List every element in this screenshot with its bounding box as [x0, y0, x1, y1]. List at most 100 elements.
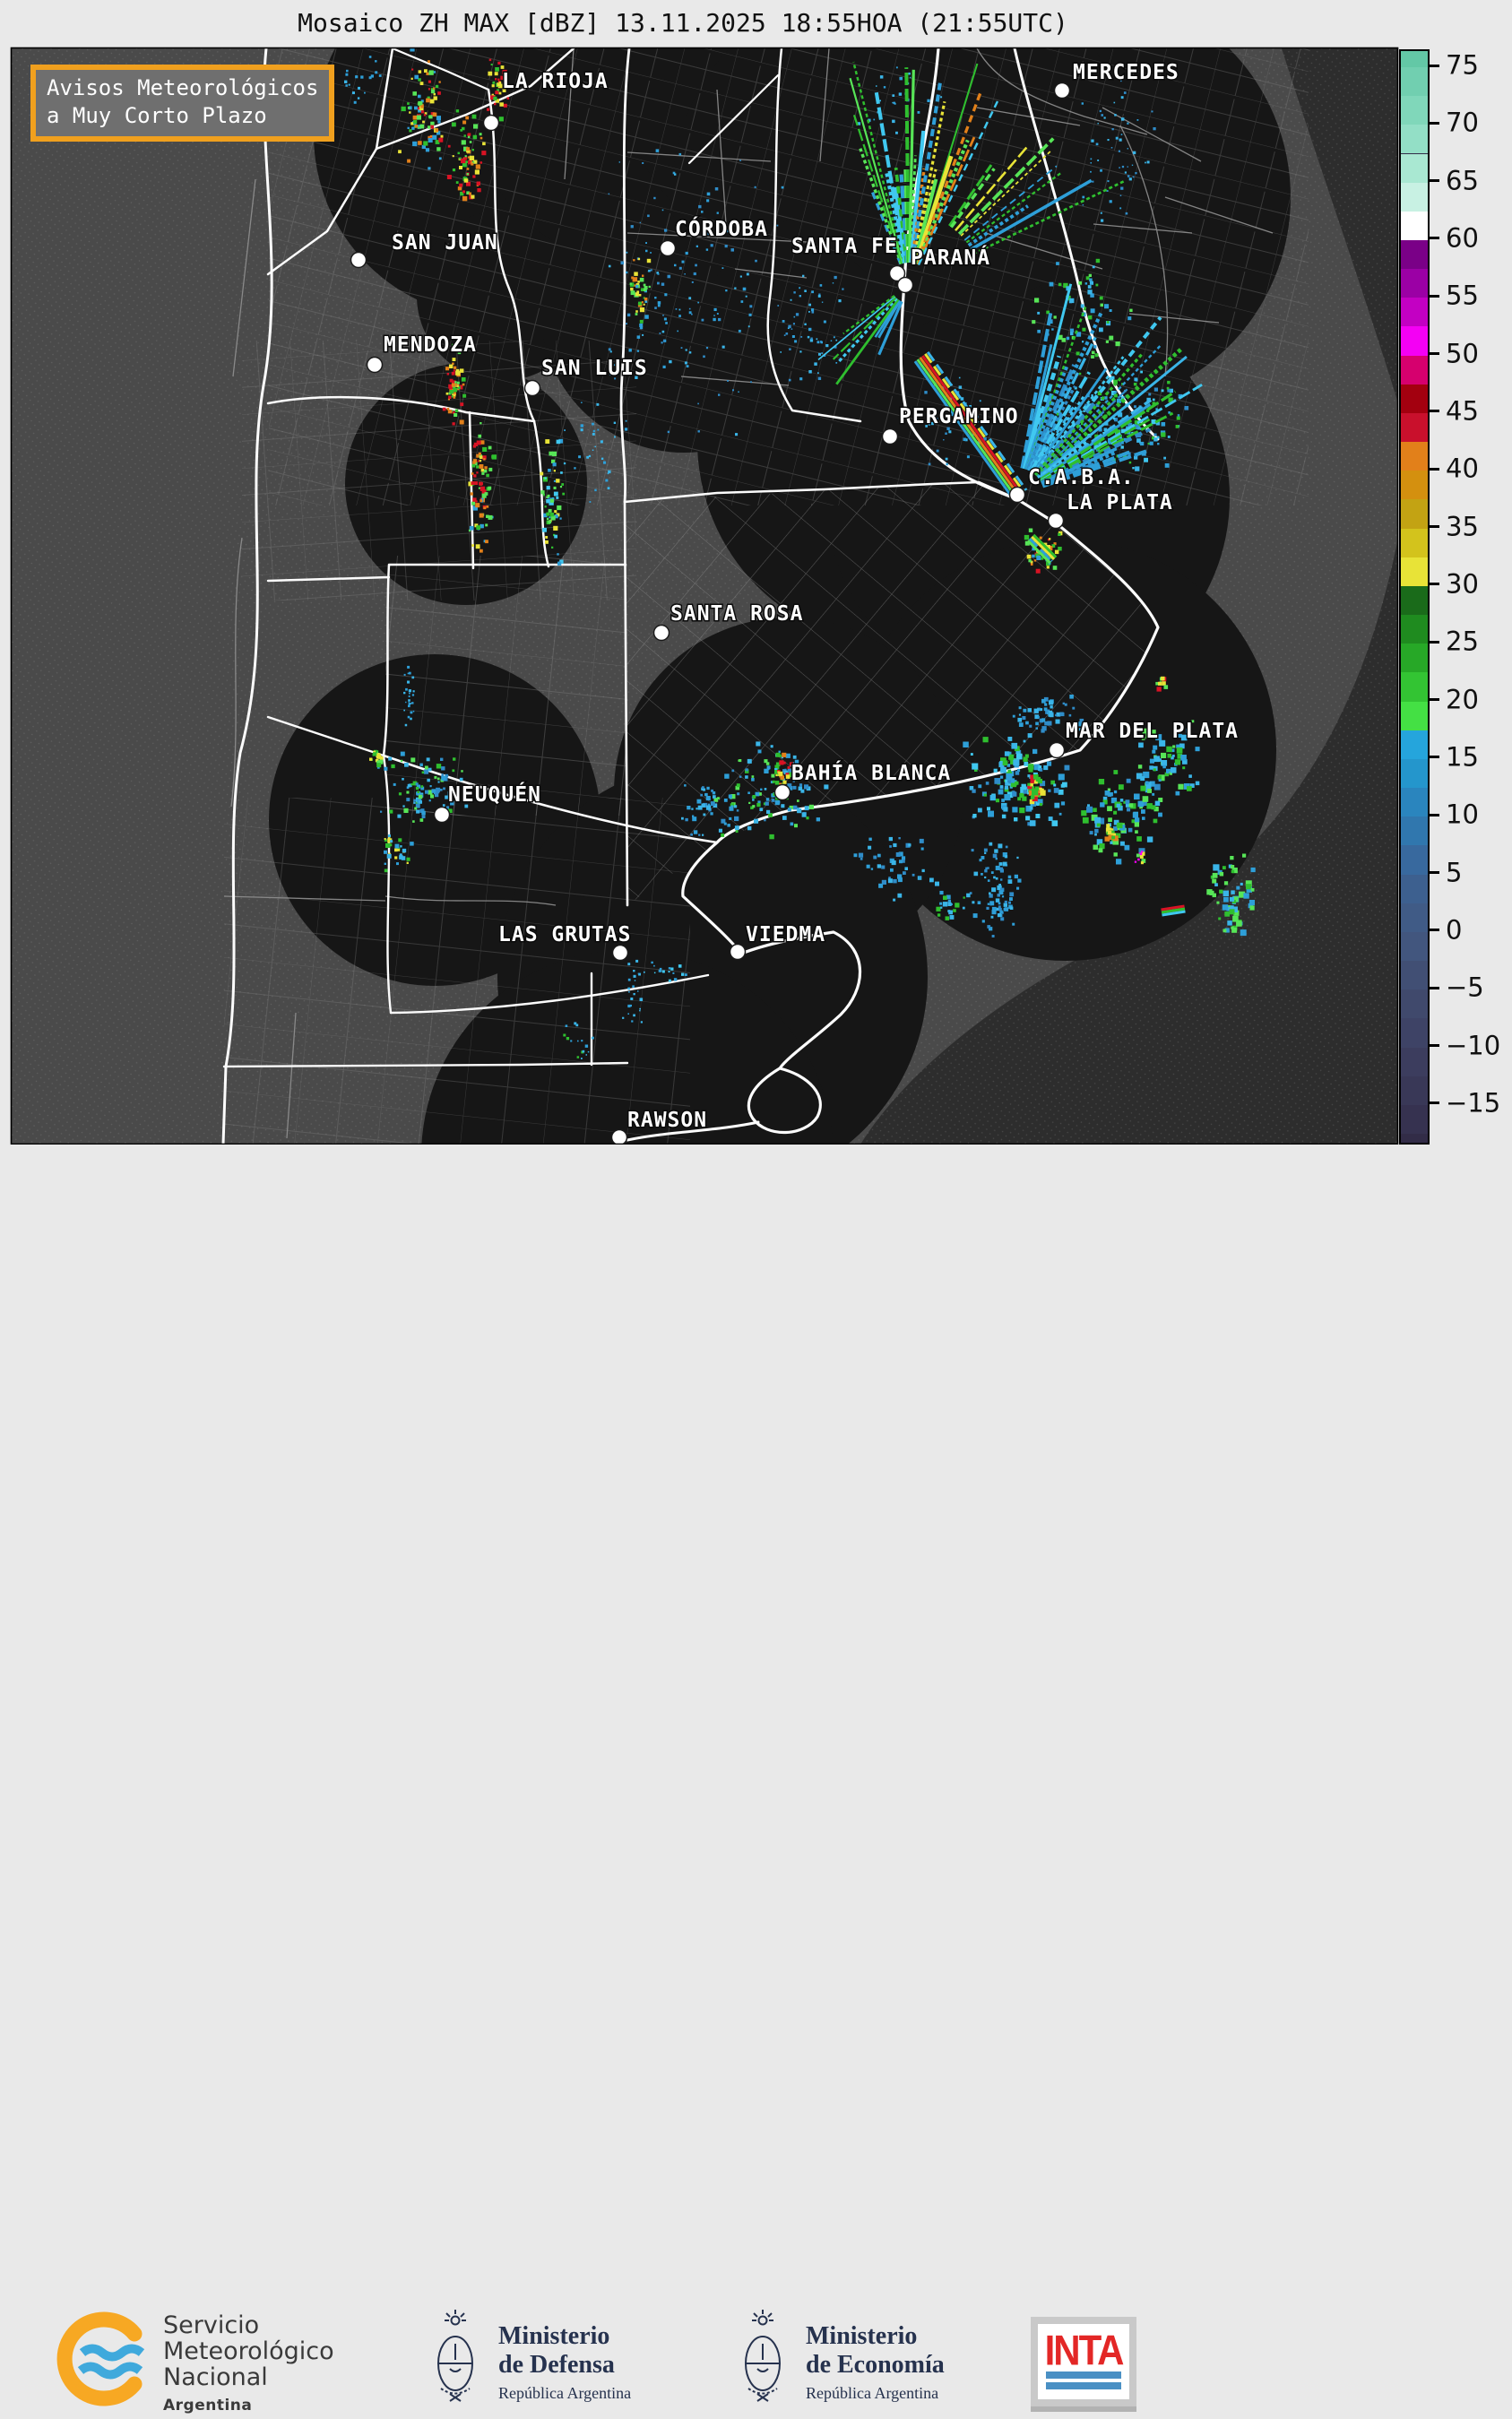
- colorbar-tick-label: 55: [1446, 280, 1479, 311]
- city-label: MENDOZA: [384, 333, 477, 357]
- colorbar-tick: [1430, 64, 1439, 67]
- colorbar-tick-label: 60: [1446, 222, 1479, 254]
- colorbar-tick-label: 10: [1446, 799, 1479, 830]
- city-marker: [433, 806, 451, 824]
- colorbar-tick-label: 30: [1446, 568, 1479, 600]
- city-label: NEUQUÉN: [448, 782, 541, 807]
- colorbar-tick-label: 40: [1446, 453, 1479, 484]
- colorbar-segment: [1401, 1134, 1428, 1143]
- colorbar-segment: [1401, 1104, 1428, 1135]
- city-marker: [1008, 486, 1026, 504]
- warning-line-2: a Muy Corto Plazo: [47, 103, 267, 128]
- colorbar-tick: [1430, 698, 1439, 702]
- economia-line-3: República Argentina: [806, 2384, 939, 2402]
- colorbar-segment: [1401, 298, 1428, 327]
- colorbar-segment: [1401, 51, 1428, 67]
- map-layers: LA RIOJA MERCEDES SAN JUAN CÓRDOBA SANTA FE P…: [11, 48, 1398, 1145]
- economia-logo-text: Ministerio de Economía República Argenti…: [806, 2322, 945, 2403]
- colorbar-tick: [1430, 871, 1439, 875]
- footer-logos: Servicio Meteorológico Nacional Argentin…: [0, 1145, 1512, 2415]
- colorbar-segment: [1401, 412, 1428, 443]
- colorbar-segment: [1401, 758, 1428, 789]
- city-marker: [659, 239, 677, 257]
- city-marker: [366, 356, 384, 374]
- city-label: PARANÁ: [911, 245, 990, 270]
- very-short-term-warnings-banner[interactable]: Avisos Meteorológicos a Muy Corto Plazo: [30, 65, 335, 142]
- colorbar-tick: [1430, 1102, 1439, 1105]
- city-label: RAWSON: [627, 1109, 707, 1132]
- colorbar-tick: [1430, 525, 1439, 529]
- city-label: LA RIOJA: [502, 70, 609, 93]
- city-label: BAHÍA BLANCA: [791, 760, 951, 785]
- economia-line-2: de Economía: [806, 2351, 945, 2379]
- defensa-line-3: República Argentina: [498, 2384, 632, 2402]
- colorbar-tick: [1430, 410, 1439, 413]
- city-label: SAN JUAN: [392, 231, 498, 255]
- colorbar-segment: [1401, 96, 1428, 125]
- colorbar-segment: [1401, 153, 1428, 183]
- colorbar-segment: [1401, 585, 1428, 616]
- warning-line-1: Avisos Meteorológicos: [47, 75, 319, 100]
- colorbar-segment: [1401, 816, 1428, 846]
- colorbar-tick: [1430, 1044, 1439, 1048]
- dbz-colorbar: [1399, 49, 1430, 1145]
- defensa-coat-of-arms-icon: [437, 2310, 473, 2402]
- colorbar-tick-label: 75: [1446, 49, 1479, 81]
- city-label: PERGAMINO: [899, 405, 1019, 428]
- city-marker: [652, 624, 670, 642]
- colorbar-tick: [1430, 294, 1439, 298]
- colorbar-tick-label: 35: [1446, 510, 1479, 541]
- smn-line-2: Meteorológico: [163, 2337, 334, 2365]
- colorbar-segment: [1401, 211, 1428, 240]
- colorbar-segment: [1401, 903, 1428, 932]
- city-label: SAN LUIS: [541, 357, 648, 380]
- city-marker: [523, 379, 541, 397]
- city-marker: [482, 114, 500, 132]
- defensa-line-2: de Defensa: [498, 2351, 615, 2379]
- colorbar-segment: [1401, 557, 1428, 586]
- city-label: LA PLATA: [1067, 491, 1173, 514]
- colorbar-tick-label: 15: [1446, 741, 1479, 773]
- city-marker: [729, 943, 747, 961]
- inta-logo-card: INTA: [1038, 2324, 1129, 2399]
- city-label: MAR DEL PLATA: [1066, 720, 1239, 743]
- smn-line-3: Nacional: [163, 2363, 268, 2391]
- colorbar-tick-label: −15: [1446, 1087, 1501, 1119]
- economia-line-1: Ministerio: [806, 2322, 918, 2350]
- city-label: CÓRDOBA: [675, 216, 768, 241]
- colorbar-tick-label: 20: [1446, 683, 1479, 714]
- city-marker: [610, 1128, 628, 1145]
- smn-logo-text: Servicio Meteorológico Nacional Argentin…: [163, 2312, 334, 2419]
- city-marker: [350, 251, 367, 269]
- colorbar-segment: [1401, 1047, 1428, 1076]
- inta-logo: INTA: [1031, 2317, 1136, 2412]
- colorbar-segment: [1401, 874, 1428, 903]
- radar-mosaic-page: { "title": "Mosaico ZH MAX [dBZ] 13.11.2…: [0, 0, 1512, 2415]
- colorbar-segment: [1401, 615, 1428, 644]
- city-label: LAS GRUTAS: [498, 923, 631, 946]
- city-marker: [896, 276, 914, 294]
- colorbar-tick-label: 0: [1446, 914, 1463, 946]
- colorbar-segment: [1401, 269, 1428, 298]
- colorbar-tick: [1430, 929, 1439, 932]
- colorbar-tick: [1430, 121, 1439, 125]
- colorbar-segment: [1401, 730, 1428, 759]
- colorbar-segment: [1401, 931, 1428, 962]
- smn-logo-icon: [56, 2311, 145, 2406]
- colorbar-tick: [1430, 467, 1439, 471]
- colorbar-tick: [1430, 640, 1439, 644]
- colorbar-segment: [1401, 788, 1428, 817]
- colorbar-segment: [1401, 67, 1428, 97]
- inta-bar-2: [1046, 2382, 1121, 2389]
- radar-map: LA RIOJA MERCEDES SAN JUAN CÓRDOBA SANTA FE P…: [0, 0, 1512, 1289]
- city-marker: [1048, 741, 1066, 759]
- colorbar-segment: [1401, 384, 1428, 413]
- city-label: VIEDMA: [746, 923, 825, 946]
- colorbar-tick: [1430, 237, 1439, 240]
- colorbar-segment: [1401, 471, 1428, 500]
- smn-line-1: Servicio: [163, 2311, 260, 2339]
- inta-bar-1: [1046, 2371, 1121, 2379]
- colorbar-tick-label: −10: [1446, 1029, 1501, 1060]
- economia-coat-of-arms-icon: [745, 2310, 781, 2402]
- inta-logo-text: INTA: [1044, 2327, 1125, 2374]
